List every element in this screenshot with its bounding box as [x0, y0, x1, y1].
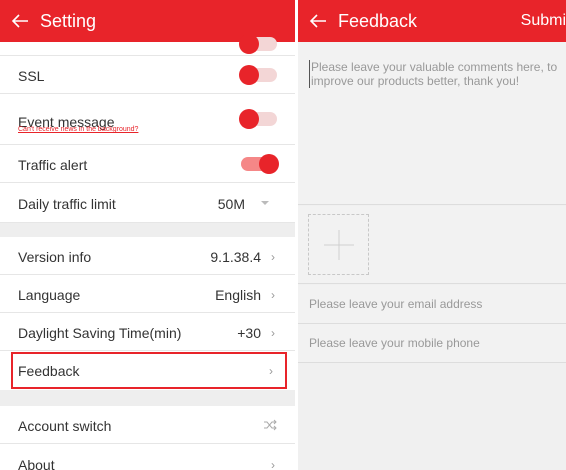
section-gap — [0, 390, 295, 406]
toggle-switch[interactable] — [239, 34, 277, 54]
section-gap — [0, 223, 295, 237]
settings-row-traffic-alert: Traffic alert — [0, 145, 295, 183]
language-value: English — [215, 287, 261, 303]
chevron-right-icon: › — [271, 326, 275, 340]
phone-field[interactable]: Please leave your mobile phone — [298, 324, 566, 363]
settings-row-daylight-saving[interactable]: Daylight Saving Time(min) +30 › — [0, 313, 295, 351]
account-switch-label: Account switch — [18, 418, 112, 434]
language-label: Language — [18, 287, 81, 303]
feedback-header: Feedback Submi — [298, 0, 566, 42]
daylight-saving-value: +30 — [237, 325, 261, 341]
settings-screen: Setting SSL Event message Can't receive … — [0, 0, 295, 470]
chevron-right-icon: › — [271, 288, 275, 302]
ssl-toggle[interactable] — [239, 65, 277, 85]
submit-button[interactable]: Submi — [521, 11, 566, 31]
feedback-label: Feedback — [18, 363, 80, 379]
shuffle-icon — [264, 419, 277, 431]
chevron-right-icon: › — [271, 458, 275, 470]
settings-row-language[interactable]: Language English › — [0, 275, 295, 313]
settings-row-partial — [0, 34, 295, 56]
phone-placeholder: Please leave your mobile phone — [309, 336, 480, 350]
ssl-label: SSL — [18, 68, 45, 84]
traffic-alert-toggle[interactable] — [241, 154, 279, 174]
page-title: Feedback — [338, 11, 418, 31]
traffic-alert-label: Traffic alert — [18, 157, 88, 173]
version-info-value: 9.1.38.4 — [210, 249, 261, 265]
page-title: Setting — [40, 11, 97, 31]
back-arrow-icon[interactable] — [10, 11, 30, 31]
background-news-link[interactable]: Can't receive news in the background? — [18, 126, 138, 133]
settings-row-account-switch[interactable]: Account switch — [0, 406, 295, 444]
add-image-button[interactable] — [308, 214, 369, 275]
about-label: About — [18, 457, 55, 470]
settings-row-version-info[interactable]: Version info 9.1.38.4 › — [0, 237, 295, 275]
version-info-label: Version info — [18, 249, 92, 265]
chevron-right-icon: › — [271, 250, 275, 264]
event-message-toggle[interactable] — [239, 109, 277, 129]
dropdown-caret-icon — [261, 201, 269, 205]
plus-icon — [324, 230, 354, 260]
daylight-saving-label: Daylight Saving Time(min) — [18, 325, 182, 341]
back-arrow-icon[interactable] — [308, 11, 328, 31]
comment-input[interactable]: Please leave your valuable comments here… — [298, 42, 566, 205]
daily-traffic-limit-value: 50M — [217, 196, 245, 212]
settings-row-feedback[interactable]: Feedback › — [11, 352, 287, 389]
email-field[interactable]: Please leave your email address — [298, 285, 566, 324]
comment-placeholder: Please leave your valuable comments here… — [309, 60, 564, 88]
daily-traffic-limit-label: Daily traffic limit — [18, 196, 116, 212]
feedback-screen: Feedback Submi Please leave your valuabl… — [298, 0, 566, 470]
settings-row-daily-traffic-limit[interactable]: Daily traffic limit 50M — [0, 183, 295, 223]
email-placeholder: Please leave your email address — [309, 297, 483, 311]
attachment-area — [298, 206, 566, 284]
settings-row-about[interactable]: About › — [0, 444, 295, 470]
settings-row-ssl: SSL — [0, 56, 295, 94]
chevron-right-icon: › — [269, 364, 273, 378]
settings-row-event-message: Event message Can't receive news in the … — [0, 94, 295, 145]
